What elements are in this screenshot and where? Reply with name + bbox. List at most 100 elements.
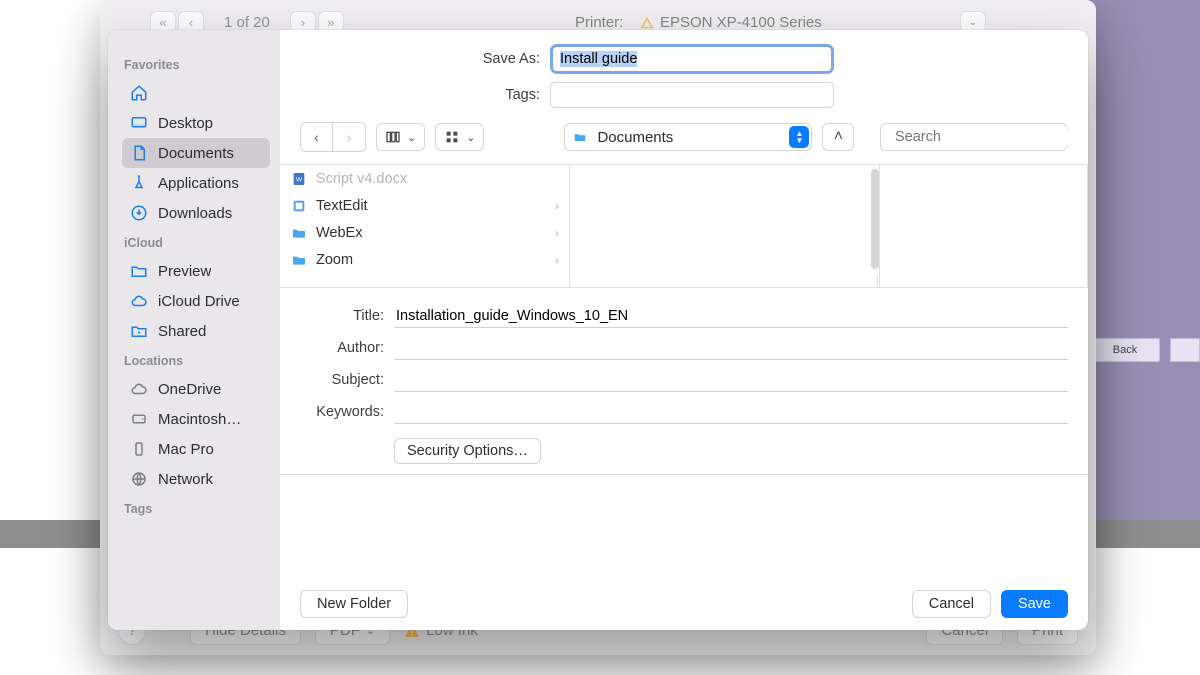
folder-icon bbox=[290, 251, 308, 269]
author-input[interactable] bbox=[394, 336, 1068, 360]
sidebar-item-label: Preview bbox=[158, 263, 211, 280]
scrollbar[interactable] bbox=[871, 169, 879, 269]
background-back-button: Back bbox=[1090, 338, 1160, 362]
sidebar-item-applications[interactable]: Applications bbox=[122, 168, 270, 198]
save-as-field-wrap bbox=[550, 44, 834, 74]
tower-icon bbox=[130, 440, 148, 458]
file-label: Zoom bbox=[316, 252, 353, 268]
sidebar-item-macpro[interactable]: Mac Pro bbox=[122, 434, 270, 464]
svg-text:W: W bbox=[296, 176, 303, 183]
chevron-right-icon: › bbox=[555, 253, 559, 267]
file-browser: W Script v4.docx TextEdit › WebEx › Zoom… bbox=[280, 164, 1088, 288]
updown-icon: ▲▼ bbox=[789, 126, 809, 148]
sidebar-item-label: Applications bbox=[158, 175, 239, 192]
folder-icon bbox=[571, 130, 589, 144]
columns-view-button[interactable]: ⌄ bbox=[376, 123, 425, 151]
app-icon bbox=[290, 197, 308, 215]
new-folder-button[interactable]: New Folder bbox=[300, 590, 408, 618]
file-row[interactable]: WebEx › bbox=[280, 219, 569, 246]
sidebar-item-label: Downloads bbox=[158, 205, 232, 222]
keywords-input[interactable] bbox=[394, 400, 1068, 424]
file-label: TextEdit bbox=[316, 198, 368, 214]
folder-icon bbox=[290, 224, 308, 242]
sidebar-item-label: Shared bbox=[158, 323, 206, 340]
chevron-up-icon: ˄ bbox=[834, 128, 843, 146]
collapse-button[interactable]: ˄ bbox=[822, 123, 854, 151]
folder-icon bbox=[130, 262, 148, 280]
columns-icon bbox=[385, 129, 401, 145]
dialog-footer: New Folder Cancel Save bbox=[280, 578, 1088, 630]
security-options-button[interactable]: Security Options… bbox=[394, 438, 541, 464]
tags-input[interactable] bbox=[550, 82, 834, 108]
chevron-down-icon: ⌄ bbox=[466, 131, 475, 144]
sidebar-item-home[interactable] bbox=[122, 78, 270, 108]
browser-column-1[interactable]: W Script v4.docx TextEdit › WebEx › Zoom… bbox=[280, 165, 570, 287]
sidebar-header-tags: Tags bbox=[124, 502, 268, 516]
sidebar-item-label: OneDrive bbox=[158, 381, 221, 398]
forward-button[interactable]: › bbox=[333, 123, 365, 151]
column-resize-grip[interactable]: || bbox=[876, 275, 880, 285]
file-label: WebEx bbox=[316, 225, 362, 241]
disk-icon bbox=[130, 410, 148, 428]
chevron-right-icon: › bbox=[555, 226, 559, 240]
save-toolbar: ‹ › ⌄ ⌄ Documents ▲▼ ˄ bbox=[280, 118, 1088, 164]
apps-icon bbox=[130, 174, 148, 192]
sidebar-item-preview[interactable]: Preview bbox=[122, 256, 270, 286]
tags-label: Tags: bbox=[300, 87, 540, 103]
group-view-button[interactable]: ⌄ bbox=[435, 123, 484, 151]
subject-label: Subject: bbox=[300, 372, 384, 388]
metadata-panel: Title: Author: Subject: Keywords: Securi… bbox=[280, 288, 1088, 475]
file-row[interactable]: W Script v4.docx bbox=[280, 165, 569, 192]
browser-column-2[interactable]: || bbox=[570, 165, 880, 287]
keywords-label: Keywords: bbox=[300, 404, 384, 420]
shared-folder-icon bbox=[130, 322, 148, 340]
sidebar-item-desktop[interactable]: Desktop bbox=[122, 108, 270, 138]
file-row[interactable]: Zoom › bbox=[280, 246, 569, 273]
document-icon bbox=[130, 144, 148, 162]
sidebar-item-icloud-drive[interactable]: iCloud Drive bbox=[122, 286, 270, 316]
home-icon bbox=[130, 84, 148, 102]
sidebar-item-downloads[interactable]: Downloads bbox=[122, 198, 270, 228]
browser-column-3[interactable] bbox=[880, 165, 1088, 287]
globe-icon bbox=[130, 470, 148, 488]
cloud-icon bbox=[130, 292, 148, 310]
search-input[interactable] bbox=[895, 129, 1082, 145]
save-as-label: Save As: bbox=[300, 51, 540, 67]
sidebar-header-locations: Locations bbox=[124, 354, 268, 368]
save-dialog: Favorites Desktop Documents Applications bbox=[108, 30, 1088, 630]
word-doc-icon: W bbox=[290, 170, 308, 188]
sidebar-item-shared[interactable]: Shared bbox=[122, 316, 270, 346]
sidebar-item-network[interactable]: Network bbox=[122, 464, 270, 494]
sidebar-item-label: Network bbox=[158, 471, 213, 488]
cancel-button[interactable]: Cancel bbox=[912, 590, 991, 618]
background-panel bbox=[1087, 0, 1200, 525]
sidebar: Favorites Desktop Documents Applications bbox=[108, 30, 280, 630]
grid-icon bbox=[444, 129, 460, 145]
back-button[interactable]: ‹ bbox=[301, 123, 333, 151]
save-dialog-main: Save As: Tags: ‹ › ⌄ ⌄ bbox=[280, 30, 1088, 630]
sidebar-item-label: Mac Pro bbox=[158, 441, 214, 458]
desktop-icon bbox=[130, 114, 148, 132]
sidebar-header-favorites: Favorites bbox=[124, 58, 268, 72]
sidebar-item-documents[interactable]: Documents bbox=[122, 138, 270, 168]
location-label: Documents bbox=[597, 129, 781, 146]
search-field[interactable] bbox=[880, 123, 1068, 151]
location-popup[interactable]: Documents ▲▼ bbox=[564, 123, 812, 151]
sidebar-item-label: Documents bbox=[158, 145, 234, 162]
author-label: Author: bbox=[300, 340, 384, 356]
title-input[interactable] bbox=[394, 304, 1068, 328]
download-icon bbox=[130, 204, 148, 222]
file-label: Script v4.docx bbox=[316, 171, 407, 187]
save-as-input[interactable] bbox=[554, 48, 830, 70]
sidebar-item-label: Macintosh… bbox=[158, 411, 241, 428]
background-next-button bbox=[1170, 338, 1200, 362]
nav-seg: ‹ › bbox=[300, 122, 366, 152]
sidebar-item-onedrive[interactable]: OneDrive bbox=[122, 374, 270, 404]
sidebar-item-label: iCloud Drive bbox=[158, 293, 240, 310]
sidebar-item-macintosh[interactable]: Macintosh… bbox=[122, 404, 270, 434]
subject-input[interactable] bbox=[394, 368, 1068, 392]
cloud-icon bbox=[130, 380, 148, 398]
file-row[interactable]: TextEdit › bbox=[280, 192, 569, 219]
save-button[interactable]: Save bbox=[1001, 590, 1068, 618]
sidebar-header-icloud: iCloud bbox=[124, 236, 268, 250]
